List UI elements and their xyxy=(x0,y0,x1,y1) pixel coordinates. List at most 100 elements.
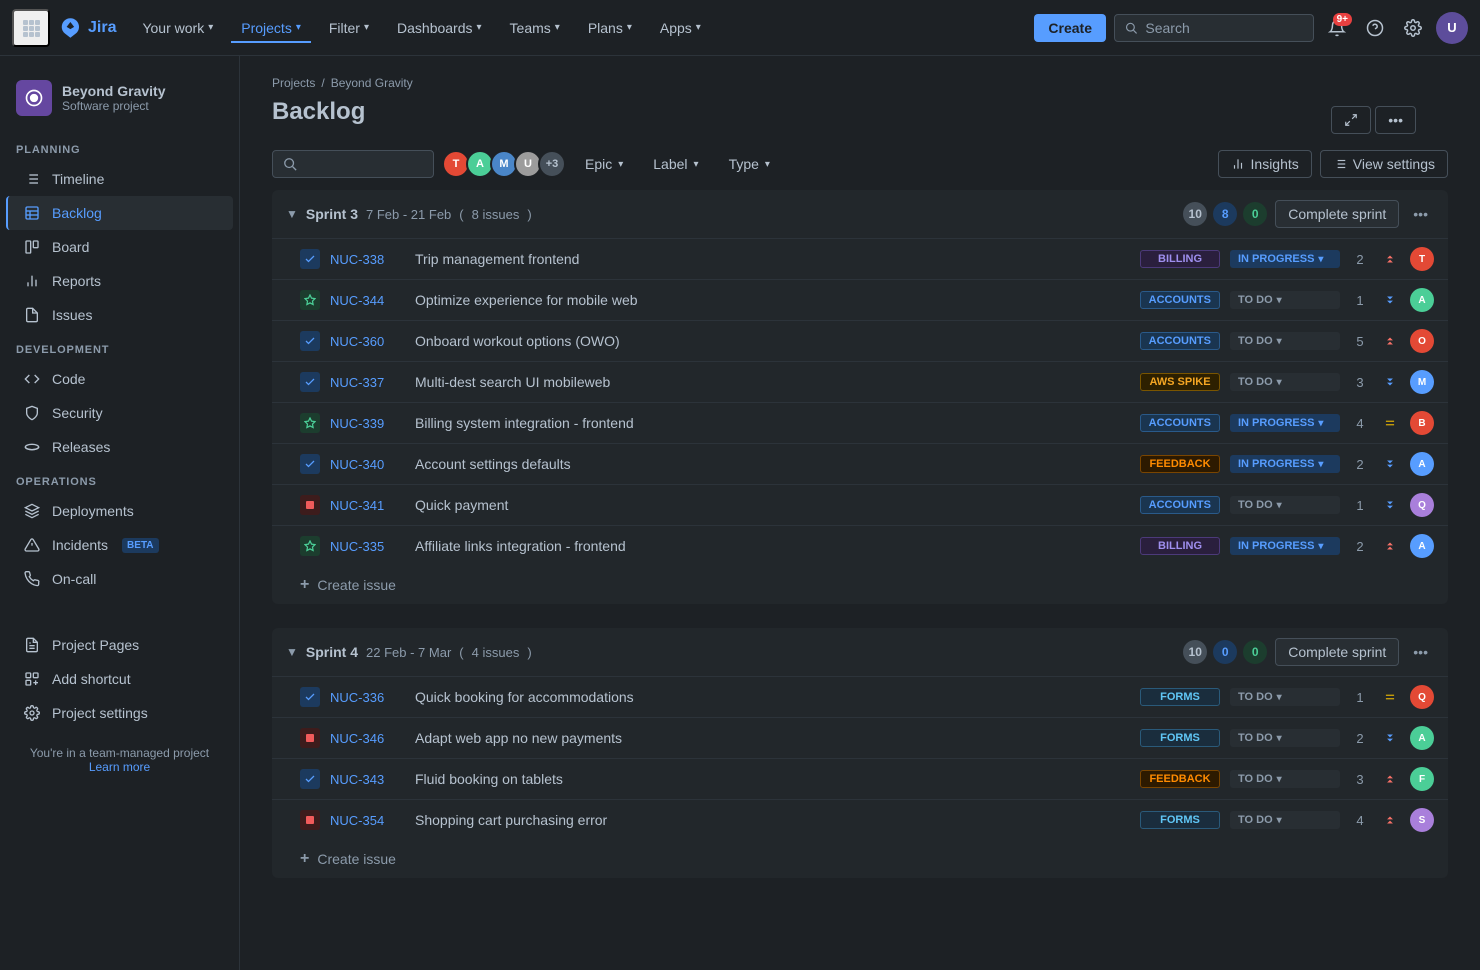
epic-filter-button[interactable]: Epic ▾ xyxy=(574,150,634,178)
priority-high-icon xyxy=(1380,769,1400,789)
sprint-3-header[interactable]: ▼ Sprint 3 7 Feb - 21 Feb (8 issues) 10 … xyxy=(272,190,1448,238)
issue-key: NUC-336 xyxy=(330,690,405,705)
sprint-4-complete-button[interactable]: Complete sprint xyxy=(1275,638,1399,666)
nav-projects[interactable]: Projects▾ xyxy=(231,14,311,42)
issue-tag: FORMS xyxy=(1140,729,1220,747)
issue-title: Affiliate links integration - frontend xyxy=(415,538,1130,554)
backlog-search-input[interactable] xyxy=(303,156,423,172)
issue-row[interactable]: NUC-339 Billing system integration - fro… xyxy=(272,402,1448,443)
nav-apps[interactable]: Apps▾ xyxy=(650,14,711,42)
sidebar-item-code[interactable]: Code xyxy=(6,362,233,396)
sprint-4-more-button[interactable]: ••• xyxy=(1407,640,1434,664)
grid-menu-button[interactable] xyxy=(12,9,50,47)
sidebar-item-deployments[interactable]: Deployments xyxy=(6,494,233,528)
issue-points: 2 xyxy=(1350,252,1370,267)
type-filter-button[interactable]: Type ▾ xyxy=(718,150,781,178)
nav-teams[interactable]: Teams▾ xyxy=(500,14,570,42)
issue-key: NUC-340 xyxy=(330,457,405,472)
nav-plans[interactable]: Plans▾ xyxy=(578,14,642,42)
security-icon xyxy=(22,403,42,423)
search-bar[interactable] xyxy=(1114,14,1314,42)
nav-filter[interactable]: Filter▾ xyxy=(319,14,379,42)
sidebar-item-board[interactable]: Board xyxy=(6,230,233,264)
search-input[interactable] xyxy=(1145,20,1303,36)
issue-points: 1 xyxy=(1350,690,1370,705)
sidebar-item-timeline[interactable]: Timeline xyxy=(6,162,233,196)
issue-status[interactable]: IN PROGRESS ▾ xyxy=(1230,455,1340,473)
avatar-filter-more[interactable]: +3 xyxy=(538,150,566,178)
nav-logo[interactable]: Jira xyxy=(58,16,116,40)
insights-button[interactable]: Insights xyxy=(1218,150,1312,178)
nav-dashboards[interactable]: Dashboards▾ xyxy=(387,14,492,42)
sprint-3-complete-button[interactable]: Complete sprint xyxy=(1275,200,1399,228)
sprint-4-create-issue[interactable]: + Create issue xyxy=(272,840,1448,878)
issue-row[interactable]: NUC-341 Quick payment ACCOUNTS TO DO ▾ 1… xyxy=(272,484,1448,525)
view-settings-button[interactable]: View settings xyxy=(1320,150,1448,178)
view-settings-icon xyxy=(1333,157,1347,171)
issue-points: 4 xyxy=(1350,813,1370,828)
issue-row[interactable]: NUC-336 Quick booking for accommodations… xyxy=(272,676,1448,717)
sprint-3-create-issue[interactable]: + Create issue xyxy=(272,566,1448,604)
backlog-search-icon xyxy=(283,157,297,171)
sidebar-item-reports[interactable]: Reports xyxy=(6,264,233,298)
issue-row[interactable]: NUC-346 Adapt web app no new payments FO… xyxy=(272,717,1448,758)
issue-row[interactable]: NUC-354 Shopping cart purchasing error F… xyxy=(272,799,1448,840)
help-button[interactable] xyxy=(1360,13,1390,43)
sprint-4-header[interactable]: ▼ Sprint 4 22 Feb - 7 Mar (4 issues) 10 … xyxy=(272,628,1448,676)
avatar-filter-group[interactable]: T A M U +3 xyxy=(442,150,566,178)
sprint-4-issues-list: NUC-336 Quick booking for accommodations… xyxy=(272,676,1448,840)
issue-tag: FORMS xyxy=(1140,688,1220,706)
sidebar-item-project-pages[interactable]: Project Pages xyxy=(6,628,233,662)
issue-status[interactable]: TO DO ▾ xyxy=(1230,496,1340,514)
notifications-button[interactable]: 9+ xyxy=(1322,13,1352,43)
issue-row[interactable]: NUC-337 Multi-dest search UI mobileweb A… xyxy=(272,361,1448,402)
issue-status[interactable]: TO DO ▾ xyxy=(1230,688,1340,706)
issue-key: NUC-354 xyxy=(330,813,405,828)
issue-status[interactable]: TO DO ▾ xyxy=(1230,811,1340,829)
nav-your-work[interactable]: Your work▾ xyxy=(132,14,223,42)
issue-status[interactable]: IN PROGRESS ▾ xyxy=(1230,537,1340,555)
sprint-3-more-button[interactable]: ••• xyxy=(1407,202,1434,226)
sidebar-item-backlog[interactable]: Backlog xyxy=(6,196,233,230)
gear-icon xyxy=(1404,19,1422,37)
issue-row[interactable]: NUC-344 Optimize experience for mobile w… xyxy=(272,279,1448,320)
sidebar-item-on-call[interactable]: On-call xyxy=(6,562,233,596)
issue-points: 5 xyxy=(1350,334,1370,349)
issue-status[interactable]: TO DO ▾ xyxy=(1230,770,1340,788)
more-options-button[interactable]: ••• xyxy=(1375,106,1416,134)
issue-tag: AWS SPIKE xyxy=(1140,373,1220,391)
sidebar-item-issues[interactable]: Issues xyxy=(6,298,233,332)
issue-row[interactable]: NUC-335 Affiliate links integration - fr… xyxy=(272,525,1448,566)
issue-status[interactable]: TO DO ▾ xyxy=(1230,729,1340,747)
settings-button[interactable] xyxy=(1398,13,1428,43)
issue-row[interactable]: NUC-360 Onboard workout options (OWO) AC… xyxy=(272,320,1448,361)
issue-status[interactable]: TO DO ▾ xyxy=(1230,332,1340,350)
priority-low-icon xyxy=(1380,495,1400,515)
issue-status[interactable]: TO DO ▾ xyxy=(1230,373,1340,391)
issue-status[interactable]: IN PROGRESS ▾ xyxy=(1230,414,1340,432)
label-filter-button[interactable]: Label ▾ xyxy=(642,150,709,178)
sidebar-item-security[interactable]: Security xyxy=(6,396,233,430)
code-icon xyxy=(22,369,42,389)
user-avatar[interactable]: U xyxy=(1436,12,1468,44)
issue-points: 3 xyxy=(1350,772,1370,787)
backlog-search[interactable] xyxy=(272,150,434,178)
sidebar-item-incidents[interactable]: Incidents BETA xyxy=(6,528,233,562)
expand-button[interactable] xyxy=(1331,106,1371,134)
sidebar-item-releases[interactable]: Releases xyxy=(6,430,233,464)
issue-status[interactable]: TO DO ▾ xyxy=(1230,291,1340,309)
issue-row[interactable]: NUC-338 Trip management frontend BILLING… xyxy=(272,238,1448,279)
priority-high-icon xyxy=(1380,331,1400,351)
issue-key: NUC-339 xyxy=(330,416,405,431)
issue-status[interactable]: IN PROGRESS ▾ xyxy=(1230,250,1340,268)
sidebar-project[interactable]: Beyond Gravity Software project xyxy=(0,72,239,132)
sprint-3-collapse-icon[interactable]: ▼ xyxy=(286,207,298,221)
sidebar-item-add-shortcut[interactable]: Add shortcut xyxy=(6,662,233,696)
issue-row[interactable]: NUC-340 Account settings defaults FEEDBA… xyxy=(272,443,1448,484)
sprint-4-collapse-icon[interactable]: ▼ xyxy=(286,645,298,659)
issue-assignee-avatar: Q xyxy=(1410,685,1434,709)
issue-assignee-avatar: Q xyxy=(1410,493,1434,517)
create-button[interactable]: Create xyxy=(1034,14,1106,42)
issue-row[interactable]: NUC-343 Fluid booking on tablets FEEDBAC… xyxy=(272,758,1448,799)
sidebar-item-project-settings[interactable]: Project settings xyxy=(6,696,233,730)
